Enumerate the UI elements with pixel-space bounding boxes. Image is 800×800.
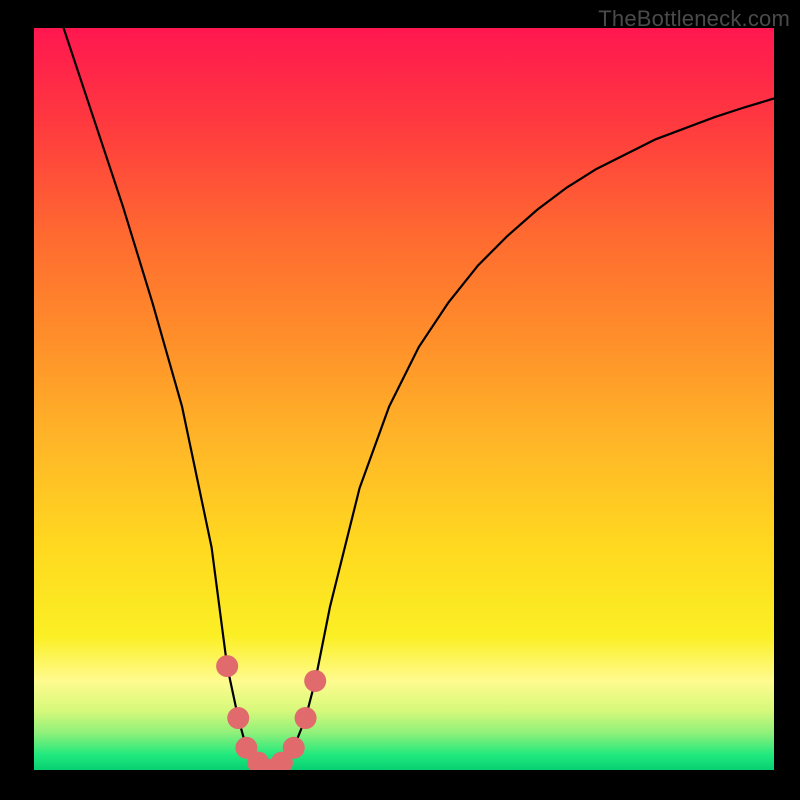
curve-marker — [283, 737, 305, 759]
chart-svg — [0, 0, 800, 800]
curve-marker — [216, 655, 238, 677]
curve-marker — [304, 670, 326, 692]
curve-marker — [295, 707, 317, 729]
chart-container: TheBottleneck.com — [0, 0, 800, 800]
plot-area — [34, 28, 774, 770]
watermark-text: TheBottleneck.com — [598, 6, 790, 32]
curve-marker — [227, 707, 249, 729]
